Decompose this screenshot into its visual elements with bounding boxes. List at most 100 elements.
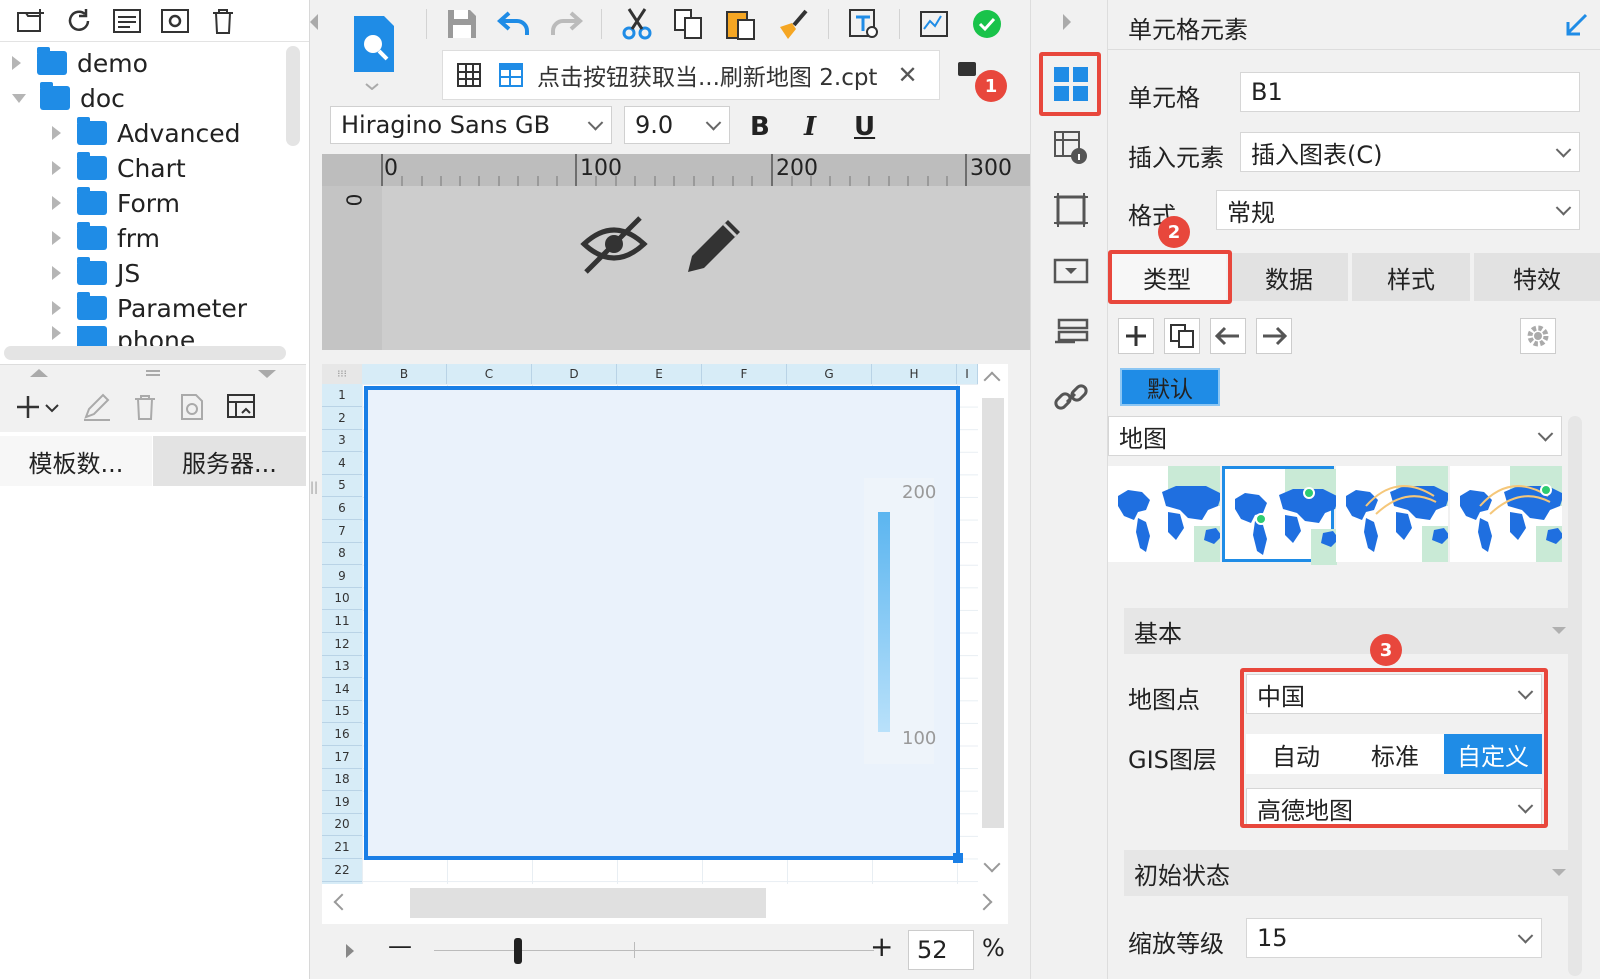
row-header-9[interactable]: 9 (322, 565, 362, 588)
undo-icon[interactable] (497, 7, 531, 41)
map-thumbnail-2[interactable] (1222, 466, 1337, 565)
hyperlink-icon[interactable] (1053, 380, 1089, 416)
row-header-8[interactable]: 8 (322, 542, 362, 566)
chevron-right-icon[interactable] (52, 326, 61, 340)
expand-right-icon[interactable] (1063, 14, 1071, 30)
row-header-14[interactable]: 14 (322, 678, 362, 701)
column-header-c[interactable]: C (447, 364, 532, 384)
font-size-select[interactable]: 9.0 (624, 106, 730, 144)
chevron-down-icon[interactable] (12, 93, 26, 103)
column-header-i[interactable]: I (957, 364, 978, 384)
chevron-right-icon[interactable] (52, 231, 61, 245)
map-thumbnail-4[interactable] (1450, 466, 1562, 562)
zoom-input[interactable]: 52 (908, 930, 974, 970)
settings-grid-icon[interactable] (158, 4, 192, 38)
row-header-19[interactable]: 19 (322, 791, 362, 814)
dataset-config-icon[interactable] (226, 393, 256, 421)
format-painter-icon[interactable] (776, 7, 810, 41)
row-header-1[interactable]: 1 (322, 384, 362, 407)
sheet-icon[interactable] (497, 60, 527, 90)
new-folder-icon[interactable] (14, 4, 48, 38)
tree-item-form[interactable]: Form (52, 186, 180, 220)
grid-insert-icon[interactable] (455, 59, 487, 91)
map-thumbnail-3[interactable] (1336, 466, 1448, 562)
collapse-down-icon[interactable] (258, 370, 276, 378)
column-header-b[interactable]: B (362, 364, 447, 384)
vertical-scroll-thumb[interactable] (982, 398, 1004, 828)
default-chart-button[interactable]: 默认 (1120, 368, 1220, 406)
basic-section-header[interactable]: 基本 (1124, 608, 1578, 654)
dropdown-widget-icon[interactable] (1053, 254, 1089, 290)
cell-input[interactable]: B1 (1240, 72, 1580, 112)
row-header-4[interactable]: 4 (322, 452, 362, 475)
row-header-16[interactable]: 16 (322, 723, 362, 746)
template-query-icon[interactable] (352, 10, 398, 90)
add-dataset-icon[interactable] (16, 394, 62, 420)
sheet-nav-icon[interactable] (346, 944, 354, 958)
hide-eye-icon[interactable] (580, 212, 650, 276)
tree-item-demo[interactable]: demo (12, 46, 148, 80)
edit-pencil-icon[interactable] (682, 212, 748, 278)
row-header-5[interactable]: 5 (322, 474, 362, 498)
initial-state-section-header[interactable]: 初始状态 (1124, 850, 1578, 896)
drag-handle-icon[interactable] (146, 370, 160, 372)
row-header-11[interactable]: 11 (322, 610, 362, 633)
widget-frame-icon[interactable] (1053, 192, 1089, 228)
delete-dataset-icon[interactable] (132, 393, 158, 421)
paste-icon[interactable] (724, 7, 758, 41)
row-header-15[interactable]: 15 (322, 700, 362, 724)
row-header-3[interactable]: 3 (322, 429, 362, 453)
collapse-left-icon[interactable] (310, 14, 318, 30)
check-icon[interactable] (970, 7, 1004, 41)
column-header-g[interactable]: G (787, 364, 872, 384)
scroll-left-icon[interactable] (333, 893, 351, 911)
zoom-in-button[interactable]: + (870, 930, 893, 963)
format-select[interactable]: 常规 (1216, 190, 1580, 230)
insert-element-select[interactable]: 插入图表(C) (1240, 132, 1580, 172)
zoom-slider-track[interactable] (434, 950, 874, 951)
row-header-13[interactable]: 13 (322, 655, 362, 679)
column-header-h[interactable]: H (872, 364, 957, 384)
tree-hscrollbar[interactable] (4, 346, 286, 360)
scroll-right-icon[interactable] (975, 893, 993, 911)
move-right-icon[interactable] (1256, 318, 1292, 354)
chevron-right-icon[interactable] (52, 266, 61, 280)
tab-document[interactable]: 点击按钮获取当...刷新地图 2.cpt ✕ (442, 50, 940, 100)
horizontal-scrollbar[interactable] (322, 884, 1008, 924)
tab-style[interactable]: 样式 (1352, 253, 1470, 301)
collapse-up-icon[interactable] (30, 369, 48, 377)
chevron-right-icon[interactable] (52, 196, 61, 210)
copy-chart-icon[interactable] (1164, 318, 1200, 354)
collapse-panel-icon[interactable] (1564, 12, 1590, 38)
save-icon[interactable] (445, 7, 479, 41)
list-view-icon[interactable] (110, 4, 144, 38)
row-header-17[interactable]: 17 (322, 746, 362, 769)
row-header-21[interactable]: 21 (322, 836, 362, 859)
zoom-slider-thumb[interactable] (514, 938, 522, 964)
chart-cell-b1[interactable]: 200 100 (364, 386, 963, 863)
cell-attribute-icon[interactable] (1053, 130, 1089, 166)
restore-window-icon[interactable] (958, 62, 976, 76)
resize-handle[interactable] (953, 853, 963, 863)
chevron-right-icon[interactable] (12, 56, 21, 70)
panel-splitter[interactable] (0, 364, 306, 382)
text-preview-icon[interactable] (847, 7, 881, 41)
vertical-scrollbar[interactable] (978, 364, 1008, 884)
row-header-7[interactable]: 7 (322, 520, 362, 543)
tab-template-datasets[interactable]: 模板数... (0, 436, 152, 486)
move-left-icon[interactable] (1210, 318, 1246, 354)
close-tab-icon[interactable]: ✕ (897, 61, 917, 89)
tree-item-doc[interactable]: doc (12, 81, 125, 115)
tree-item-phone[interactable]: phone (52, 326, 195, 346)
bold-button[interactable]: B (750, 112, 770, 142)
row-header-2[interactable]: 2 (322, 407, 362, 430)
row-header-18[interactable]: 18 (322, 768, 362, 792)
font-family-select[interactable]: Hiragino Sans GB (330, 106, 612, 144)
italic-button[interactable]: I (804, 112, 816, 142)
delete-icon[interactable] (206, 4, 240, 38)
spreadsheet-grid[interactable]: ⁝⁝⁝ BCDEFGHI 1 2 3 4 5 6 7 8 9 10 11 12 13 14 15 16 17 18… (322, 364, 978, 884)
chevron-right-icon[interactable] (52, 301, 61, 315)
tree-item-parameter[interactable]: Parameter (52, 291, 247, 325)
column-header-f[interactable]: F (702, 364, 787, 384)
tree-item-advanced[interactable]: Advanced (52, 116, 241, 150)
